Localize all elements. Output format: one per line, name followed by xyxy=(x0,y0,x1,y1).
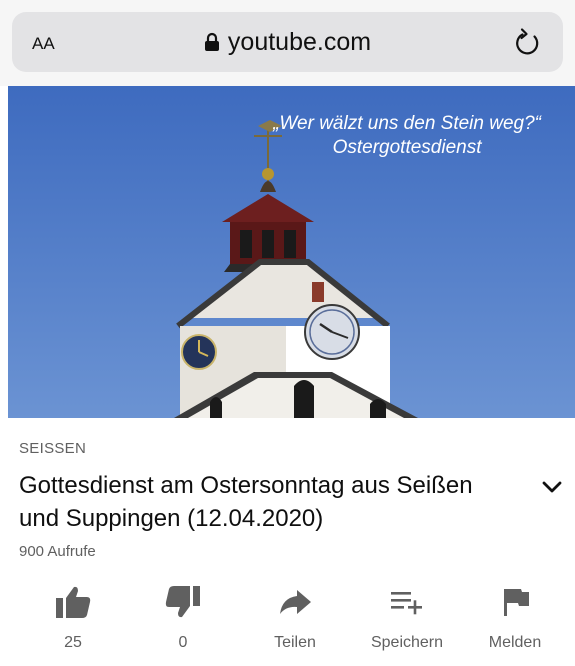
video-thumbnail[interactable]: „Wer wälzt uns den Stein weg?“ Ostergott… xyxy=(8,86,575,418)
url-text: youtube.com xyxy=(227,27,372,56)
lock-icon xyxy=(204,32,219,51)
chevron-down-icon[interactable] xyxy=(541,480,563,494)
thumbs-up-icon xyxy=(56,586,91,618)
thumbnail-caption: „Wer wälzt uns den Stein weg?“ Ostergott… xyxy=(273,112,541,160)
action-bar: 25 0 Teilen Speichern Melden xyxy=(0,584,575,664)
flag-icon xyxy=(504,589,529,616)
url-display[interactable]: youtube.com xyxy=(12,26,563,58)
thumbnail-caption-line2: Ostergottesdienst xyxy=(332,137,482,158)
playlist-add-icon xyxy=(391,592,422,615)
report-label: Melden xyxy=(488,634,542,651)
thumbnail-caption-line1: „Wer wälzt uns den Stein weg?“ xyxy=(273,113,541,134)
report-button[interactable]: Melden xyxy=(460,584,570,652)
channel-tag[interactable]: SEISSEN xyxy=(19,440,86,457)
view-count: 900 Aufrufe xyxy=(19,543,96,560)
share-arrow-icon xyxy=(280,590,311,614)
reload-icon[interactable] xyxy=(513,26,543,58)
dislike-button[interactable]: 0 xyxy=(128,584,238,652)
save-label: Speichern xyxy=(370,634,444,651)
dislike-count: 0 xyxy=(178,634,188,651)
video-title: Gottesdienst am Ostersonntag aus Seißen … xyxy=(19,472,473,532)
like-button[interactable]: 25 xyxy=(18,584,128,652)
address-bar[interactable]: AA youtube.com xyxy=(12,12,563,72)
share-button[interactable]: Teilen xyxy=(240,584,350,652)
like-count: 25 xyxy=(64,634,82,651)
save-button[interactable]: Speichern xyxy=(352,584,462,652)
share-label: Teilen xyxy=(274,634,316,651)
thumbs-down-icon xyxy=(165,586,200,618)
browser-toolbar: AA youtube.com xyxy=(0,0,575,86)
